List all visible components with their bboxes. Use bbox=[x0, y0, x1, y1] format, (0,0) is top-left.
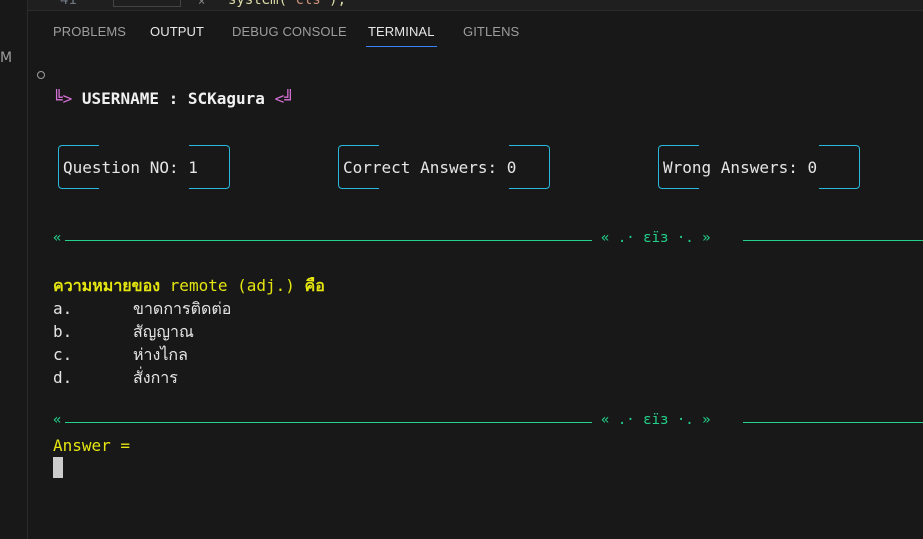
choice-a: a. ขาดการติดต่อ bbox=[53, 297, 231, 322]
activity-bar-letter: M bbox=[0, 50, 13, 66]
code-suffix: ); bbox=[329, 0, 347, 8]
tab-terminal[interactable]: TERMINAL bbox=[366, 24, 437, 47]
active-tab-indicator bbox=[366, 46, 437, 47]
close-icon[interactable]: × bbox=[198, 0, 205, 8]
wrong-answers-box: Wrong Answers: 0 bbox=[658, 144, 860, 190]
tab-terminal-label: TERMINAL bbox=[368, 24, 435, 39]
code-prefix: system( bbox=[228, 0, 288, 8]
choice-letter: b. bbox=[53, 322, 73, 341]
choice-text: ห่างไกล bbox=[133, 345, 188, 364]
choice-letter: c. bbox=[53, 345, 73, 364]
user-prefix: ╚> bbox=[53, 89, 82, 108]
choice-d: d. สั่งการ bbox=[53, 366, 178, 391]
choice-text: ขาดการติดต่อ bbox=[133, 299, 232, 318]
user-suffix: <╝ bbox=[264, 89, 294, 108]
question-text: ความหมายของ remote (adj.) คือ bbox=[53, 274, 325, 299]
divider-bottom: « « .· εïз ·. » bbox=[53, 412, 923, 432]
correct-answers-box: Correct Answers: 0 bbox=[338, 144, 550, 190]
choice-letter: a. bbox=[53, 299, 73, 318]
question-number: Question NO: 1 bbox=[63, 157, 198, 177]
answer-prompt: Answer = bbox=[53, 436, 131, 455]
editor-peek: 41 × system("cls"); bbox=[28, 0, 923, 11]
divider-left-quote: « bbox=[53, 230, 62, 246]
divider-left-quote: « bbox=[53, 412, 62, 428]
terminal-cursor[interactable] bbox=[53, 457, 63, 478]
terminal-output[interactable]: ╚> USERNAME : SCKagura <╝ Question NO: 1… bbox=[28, 61, 923, 539]
question-word: remote (adj.) bbox=[169, 276, 295, 295]
question-thai-prefix: ความหมายของ bbox=[53, 276, 170, 295]
code-line: system("cls"); bbox=[228, 0, 346, 8]
choice-letter: d. bbox=[53, 368, 73, 387]
editor-tab-edge bbox=[113, 0, 181, 7]
tab-debug-console[interactable]: DEBUG CONSOLE bbox=[232, 24, 347, 39]
choice-b: b. สัญญาณ bbox=[53, 320, 194, 345]
choice-text: สัญญาณ bbox=[133, 322, 194, 341]
wrong-answers: Wrong Answers: 0 bbox=[663, 157, 818, 177]
circle-icon bbox=[37, 71, 45, 79]
tab-output[interactable]: OUTPUT bbox=[150, 24, 204, 39]
activity-bar: M bbox=[0, 0, 28, 539]
username-label: USERNAME : SCKagura bbox=[81, 89, 265, 108]
divider-ornament: « .· εïз ·. » bbox=[601, 230, 711, 246]
panel-tabs: PROBLEMS OUTPUT DEBUG CONSOLE TERMINAL G… bbox=[28, 11, 923, 53]
divider-top: « « .· εïз ·. » bbox=[53, 230, 923, 250]
bottom-panel: PROBLEMS OUTPUT DEBUG CONSOLE TERMINAL G… bbox=[28, 11, 923, 539]
line-number: 41 bbox=[60, 0, 77, 8]
question-number-box: Question NO: 1 bbox=[58, 144, 230, 190]
correct-answers: Correct Answers: 0 bbox=[343, 157, 517, 177]
choice-text: สั่งการ bbox=[133, 368, 178, 387]
tab-problems[interactable]: PROBLEMS bbox=[53, 24, 126, 39]
code-string: "cls" bbox=[287, 0, 330, 8]
choice-c: c. ห่างไกล bbox=[53, 343, 188, 368]
tab-gitlens[interactable]: GITLENS bbox=[463, 24, 519, 39]
username-line: ╚> USERNAME : SCKagura <╝ bbox=[53, 89, 294, 108]
divider-ornament: « .· εïз ·. » bbox=[601, 412, 711, 428]
question-thai-suffix: คือ bbox=[294, 276, 325, 295]
